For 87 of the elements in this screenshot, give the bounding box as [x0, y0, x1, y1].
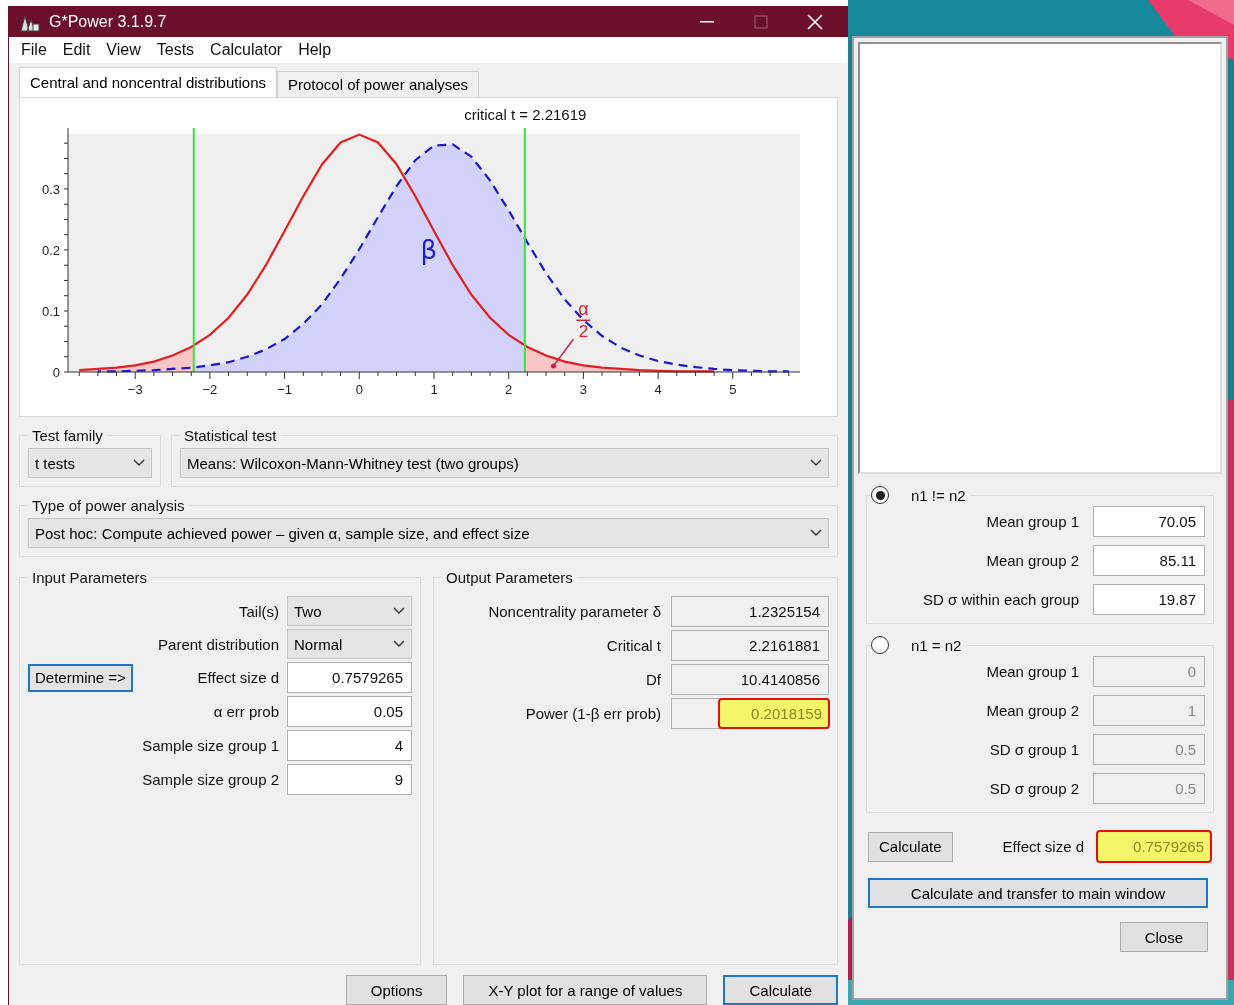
x-tick-label: 3 — [579, 382, 587, 397]
menu-item[interactable]: File — [13, 41, 55, 60]
field-label: Effect size d — [196, 669, 279, 686]
x-tick-label: 4 — [654, 382, 662, 397]
maximize-icon — [754, 14, 768, 29]
group-label: Statistical test — [183, 427, 278, 444]
chevron-down-icon — [393, 640, 405, 648]
field-label: Sample size group 2 — [141, 771, 279, 788]
y-tick-label: 0.1 — [41, 303, 60, 319]
field-label: Critical t — [605, 637, 661, 654]
input-field[interactable]: 85.11 — [1093, 545, 1205, 576]
action-button[interactable]: X-Y plot for a range of values — [463, 975, 708, 1005]
radio-button[interactable] — [871, 636, 889, 654]
close-dialog-button[interactable]: Close — [1119, 922, 1208, 952]
dropdown[interactable]: Two — [287, 596, 412, 626]
field-label: Mean group 1 — [985, 663, 1079, 680]
menu-item[interactable]: View — [98, 41, 149, 60]
input-field[interactable]: 0.05 — [287, 696, 412, 727]
field-label: SD σ group 1 — [988, 741, 1079, 758]
calculate-button[interactable]: Calculate — [868, 831, 953, 862]
highlighted-value: 0.7579265 — [1096, 830, 1212, 863]
tab[interactable]: Central and noncentral distributions — [19, 67, 277, 97]
chevron-down-icon — [133, 459, 145, 467]
group-label: Test family — [31, 427, 104, 444]
input-field[interactable]: 4 — [287, 730, 412, 761]
field-label: SD σ group 2 — [988, 780, 1079, 797]
radio-label: n1 = n2 — [911, 636, 962, 654]
dropdown[interactable]: Normal — [287, 629, 412, 659]
menu-item[interactable]: Edit — [54, 41, 99, 60]
action-button[interactable]: Options — [345, 975, 448, 1005]
menu-item[interactable]: Calculator — [202, 41, 291, 60]
radio-button[interactable] — [871, 486, 889, 504]
output-field: 10.4140856 — [671, 664, 829, 695]
fraction-bar — [575, 319, 592, 322]
tab[interactable]: Protocol of power analyses — [277, 71, 480, 97]
determine-button[interactable]: Determine => — [28, 663, 133, 692]
x-tick-label: −3 — [127, 382, 143, 397]
input-field[interactable]: 0.7579265 — [287, 662, 412, 693]
x-tick-label: 1 — [430, 382, 438, 397]
x-tick-label: 5 — [729, 382, 737, 397]
chevron-down-icon — [810, 529, 822, 537]
chart-title: critical t = 2.21619 — [464, 106, 587, 123]
output-field: 1.2325154 — [671, 596, 829, 627]
y-tick-label: 0.2 — [41, 242, 60, 258]
window-title: G*Power 3.1.9.7 — [49, 12, 168, 31]
field-label: Df — [645, 671, 661, 688]
x-tick-label: −1 — [277, 382, 293, 397]
field-label: Effect size d — [1002, 838, 1084, 855]
chevron-down-icon — [810, 459, 822, 467]
x-tick-label: 2 — [505, 382, 513, 397]
alpha-denominator: 2 — [578, 322, 589, 342]
action-button[interactable]: Calculate — [723, 975, 838, 1005]
field-label: Mean group 2 — [985, 702, 1079, 719]
x-tick-label: −2 — [202, 382, 218, 397]
minimize-icon — [700, 20, 714, 23]
x-tick-label: 0 — [355, 382, 363, 397]
highlighted-value: 0.2018159 — [718, 698, 830, 729]
radio-label: n1 != n2 — [911, 486, 966, 504]
field-label: Sample size group 1 — [141, 737, 279, 754]
group-label: Output Parameters — [445, 569, 574, 586]
input-field[interactable]: 9 — [287, 764, 412, 795]
close-icon — [807, 13, 823, 30]
menu-item[interactable]: Tests — [148, 41, 203, 60]
group-label: Type of power analysis — [31, 497, 186, 514]
field-label: Mean group 2 — [985, 552, 1079, 569]
dropdown[interactable]: Post hoc: Compute achieved power – given α, sample size, and effect size — [28, 518, 829, 548]
field-label: Tail(s) — [238, 602, 279, 620]
field-label: Mean group 1 — [985, 513, 1079, 530]
chevron-down-icon — [393, 607, 405, 615]
field-label: Power (1-β err prob) — [524, 705, 661, 722]
transfer-button[interactable]: Calculate and transfer to main window — [868, 878, 1208, 908]
leader-line — [551, 338, 575, 369]
group-label: Input Parameters — [31, 569, 149, 586]
alpha-numerator: α — [578, 299, 589, 320]
y-tick-label: 0.3 — [41, 181, 60, 197]
dropdown[interactable]: t tests — [28, 448, 152, 478]
field-label: Parent distribution — [157, 635, 279, 653]
y-tick-label: 0 — [52, 365, 60, 380]
menu-item[interactable]: Help — [290, 41, 340, 60]
input-field[interactable]: 70.05 — [1093, 506, 1205, 537]
field-label: SD σ within each group — [922, 591, 1079, 608]
field-label: α err prob — [212, 703, 279, 720]
field-label: Noncentrality parameter δ — [487, 603, 661, 620]
beta-label: β — [420, 235, 438, 266]
dropdown[interactable]: Means: Wilcoxon-Mann-Whitney test (two groups) — [180, 448, 829, 478]
input-field[interactable]: 19.87 — [1093, 584, 1205, 615]
output-field: 2.2161881 — [671, 630, 829, 661]
